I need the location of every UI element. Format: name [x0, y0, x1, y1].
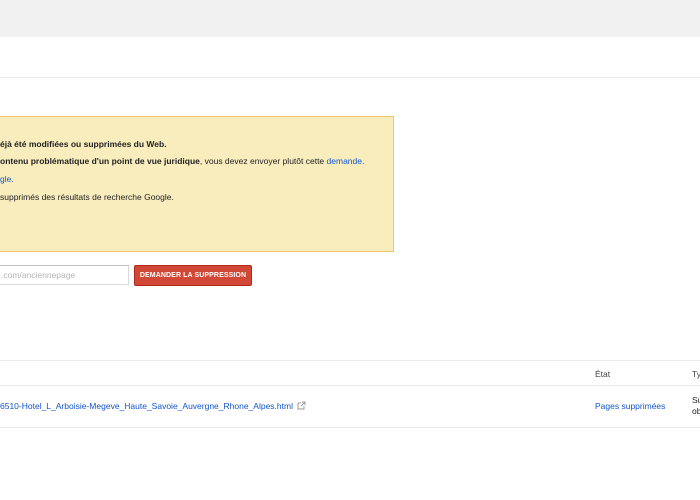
notice-line-1: éjà été modifiées ou supprimées du Web. [0, 138, 167, 150]
top-bar [0, 0, 700, 37]
legal-request-link[interactable]: demande. [327, 156, 365, 166]
info-notice: éjà été modifiées ou supprimées du Web. … [0, 116, 394, 252]
notice-line-3: gle. [0, 173, 14, 185]
type-cell: Suob [692, 395, 700, 417]
table-row: 6510-Hotel_L_Arboisie-Megeve_Haute_Savoi… [0, 386, 700, 428]
secondary-bar [0, 37, 700, 78]
google-link[interactable]: gle. [0, 174, 14, 184]
notice-bold-legal: ontenu problématique d'un point de vue j… [0, 156, 200, 166]
table-header: État Ty [0, 360, 700, 386]
external-link-icon[interactable] [297, 401, 306, 412]
notice-removed-text: supprimés des résultats de recherche Goo… [0, 192, 174, 202]
notice-line-2: ontenu problématique d'un point de vue j… [0, 155, 364, 167]
column-header-type: Ty [692, 369, 700, 379]
removed-url-text: 6510-Hotel_L_Arboisie-Megeve_Haute_Savoi… [0, 401, 293, 411]
type-line-2: ob [692, 406, 700, 416]
status-link[interactable]: Pages supprimées [595, 401, 665, 411]
request-removal-button[interactable]: DEMANDER LA SUPPRESSION [134, 265, 252, 286]
type-line-1: Su [692, 395, 700, 405]
notice-line-4: supprimés des résultats de recherche Goo… [0, 191, 174, 203]
notice-bold-text: éjà été modifiées ou supprimées du Web. [0, 139, 167, 149]
removed-url-link[interactable]: 6510-Hotel_L_Arboisie-Megeve_Haute_Savoi… [0, 401, 306, 412]
column-header-state: État [595, 369, 611, 379]
url-input[interactable] [0, 265, 129, 285]
notice-text: , vous devez envoyer plutôt cette [199, 156, 327, 166]
